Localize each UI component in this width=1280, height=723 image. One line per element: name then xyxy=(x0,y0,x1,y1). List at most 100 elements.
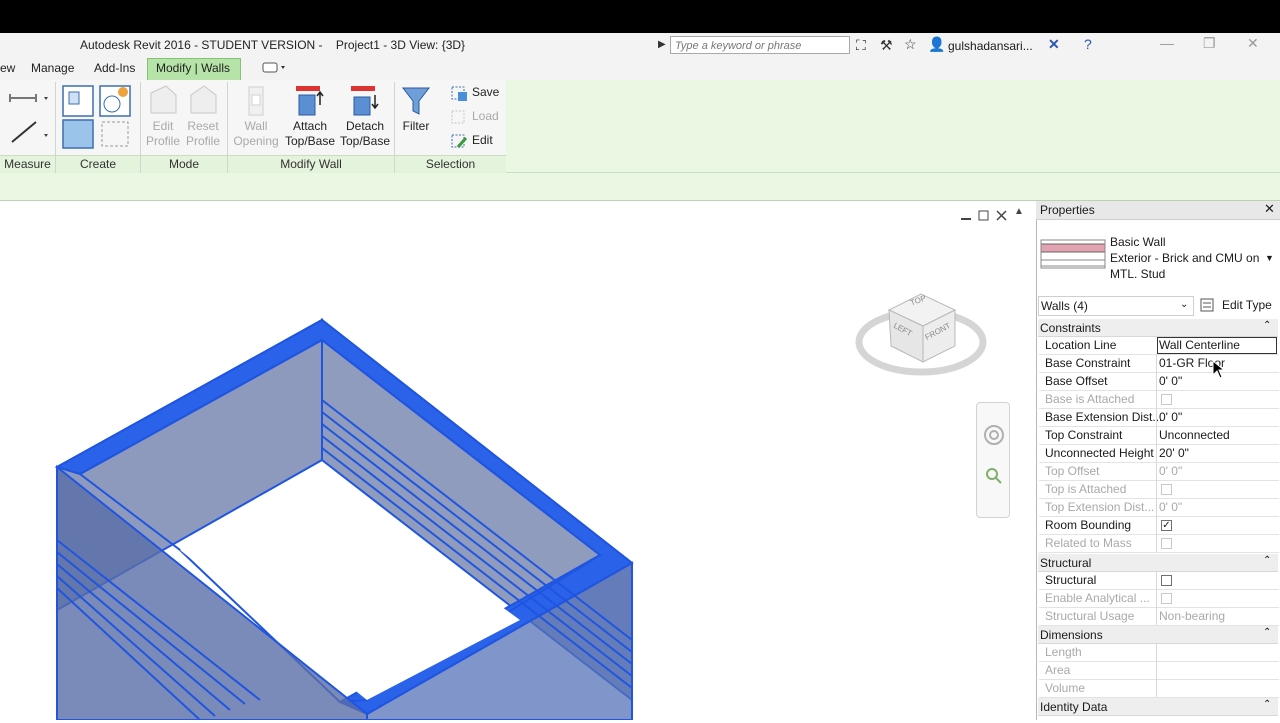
properties-close-icon[interactable]: ✕ xyxy=(1264,201,1275,217)
divider xyxy=(1156,534,1157,552)
collapse-icon[interactable]: ⌃ xyxy=(1263,699,1271,710)
subscription-icon[interactable]: ⚒ xyxy=(880,37,893,54)
property-label: Room Bounding xyxy=(1045,518,1132,532)
checkbox[interactable] xyxy=(1161,484,1172,495)
divider xyxy=(1156,679,1157,697)
detach-top-base-icon xyxy=(348,83,380,119)
checkbox[interactable] xyxy=(1161,538,1172,549)
search-input[interactable]: Type a keyword or phrase xyxy=(670,36,850,54)
divider xyxy=(1156,408,1157,426)
property-label: Base Extension Dist... xyxy=(1045,410,1163,424)
family-name: Basic Wall xyxy=(1110,235,1166,249)
wall-type-swatch-icon xyxy=(1040,226,1106,272)
tab-manage[interactable]: Manage xyxy=(31,61,74,75)
ribbon-toggle-icon[interactable] xyxy=(262,61,290,75)
binoculars-icon[interactable]: ⛶ xyxy=(856,37,866,54)
filter-button[interactable]: Filter xyxy=(398,119,434,134)
divider xyxy=(1156,480,1157,498)
exchange-icon[interactable]: ✕ xyxy=(1048,36,1060,53)
section-identity-data[interactable]: Identity Data xyxy=(1038,698,1278,716)
property-value: 0' 0" xyxy=(1159,410,1183,424)
panel-mode-title: Mode xyxy=(141,155,227,173)
options-bar xyxy=(0,173,1280,201)
instance-selector-label: Walls (4) xyxy=(1041,299,1088,313)
room-bounding-checkbox[interactable]: ✓ xyxy=(1161,520,1172,531)
measure-tools-icon[interactable] xyxy=(6,86,50,146)
property-row[interactable] xyxy=(1039,661,1279,680)
zoom-icon[interactable] xyxy=(984,466,1004,486)
collapse-arrow-icon[interactable]: ▲ xyxy=(1014,206,1028,220)
user-name[interactable]: gulshadansari... xyxy=(948,39,1033,53)
divider xyxy=(1156,661,1157,679)
mouse-cursor-icon xyxy=(1212,359,1226,380)
load-selection-button[interactable]: Load xyxy=(472,109,499,124)
panel-create-title: Create xyxy=(56,155,140,173)
wall-opening-button[interactable]: Wall Opening xyxy=(230,119,282,149)
tab-view[interactable]: ew xyxy=(0,61,15,75)
view-window-controls xyxy=(958,208,1018,224)
expand-arrow-icon[interactable]: ▶ xyxy=(658,39,666,50)
property-value: 0' 0" xyxy=(1159,500,1183,514)
star-icon[interactable]: ☆ xyxy=(904,36,917,53)
section-dimensions[interactable]: Dimensions xyxy=(1038,626,1278,644)
property-label: Base Constraint xyxy=(1045,356,1131,370)
wall-opening-icon xyxy=(243,83,269,119)
user-icon[interactable]: 👤 xyxy=(928,36,945,53)
type-name-line2: MTL. Stud xyxy=(1110,267,1166,281)
collapse-icon[interactable]: ⌃ xyxy=(1263,627,1271,638)
tab-modify-walls-label: Modify | Walls xyxy=(156,61,231,75)
property-value: Unconnected xyxy=(1159,428,1230,442)
property-label: Unconnected Height xyxy=(1045,446,1154,460)
help-icon[interactable]: ? xyxy=(1084,36,1092,52)
property-label: Structural Usage xyxy=(1045,609,1135,623)
checkbox[interactable] xyxy=(1161,593,1172,604)
divider xyxy=(1156,607,1157,625)
edit-type-button[interactable]: Edit Type xyxy=(1222,298,1272,312)
properties-title: Properties xyxy=(1040,203,1095,217)
edit-profile-button[interactable]: Edit Profile xyxy=(142,119,184,149)
edit-selection-button[interactable]: Edit xyxy=(472,133,493,148)
property-value: Non-bearing xyxy=(1159,609,1226,623)
close-button[interactable]: ✕ xyxy=(1247,35,1259,52)
edit-selection-icon xyxy=(450,132,468,150)
property-value: 20' 0" xyxy=(1159,446,1189,460)
property-label: Enable Analytical ... xyxy=(1045,591,1150,605)
property-label: Volume xyxy=(1045,681,1086,695)
type-name-line1: Exterior - Brick and CMU on xyxy=(1110,251,1260,265)
reset-profile-icon xyxy=(188,83,218,119)
collapse-icon[interactable]: ⌃ xyxy=(1263,555,1271,566)
property-label: Structural xyxy=(1045,573,1097,587)
divider xyxy=(1156,498,1157,516)
property-label: Top Constraint xyxy=(1045,428,1123,442)
checkbox[interactable] xyxy=(1161,394,1172,405)
reset-profile-button[interactable]: Reset Profile xyxy=(182,119,224,149)
property-value: 0' 0" xyxy=(1159,464,1183,478)
tab-add-ins[interactable]: Add-Ins xyxy=(94,61,135,75)
create-tools-icon[interactable] xyxy=(60,84,136,152)
property-label: Top Offset xyxy=(1045,464,1100,478)
property-label: Top is Attached xyxy=(1045,482,1127,496)
edit-profile-icon xyxy=(148,83,178,119)
structural-checkbox[interactable] xyxy=(1161,575,1172,586)
divider xyxy=(1156,372,1157,390)
wall-model[interactable] xyxy=(40,305,650,721)
divider xyxy=(1156,444,1157,462)
property-value: 0' 0" xyxy=(1159,374,1183,388)
save-selection-button[interactable]: Save xyxy=(472,85,499,100)
load-selection-icon xyxy=(450,108,468,126)
steering-wheel-icon[interactable] xyxy=(983,424,1005,446)
divider xyxy=(1156,462,1157,480)
screen-top-bar xyxy=(0,0,1280,33)
divider xyxy=(1156,390,1157,408)
collapse-icon[interactable]: ⌃ xyxy=(1263,320,1271,331)
detach-top-base-button[interactable]: Detach Top/Base xyxy=(337,119,393,149)
minimize-button[interactable]: — xyxy=(1160,35,1174,51)
section-constraints[interactable]: Constraints xyxy=(1038,319,1278,337)
section-structural[interactable]: Structural xyxy=(1038,554,1278,572)
divider xyxy=(1156,426,1157,444)
property-value: Wall Centerline xyxy=(1159,338,1240,352)
navigation-bar xyxy=(976,402,1010,518)
type-dropdown-icon[interactable]: ▼ xyxy=(1265,253,1274,263)
restore-button[interactable]: ❐ xyxy=(1203,35,1216,52)
attach-top-base-button[interactable]: Attach Top/Base xyxy=(282,119,338,149)
